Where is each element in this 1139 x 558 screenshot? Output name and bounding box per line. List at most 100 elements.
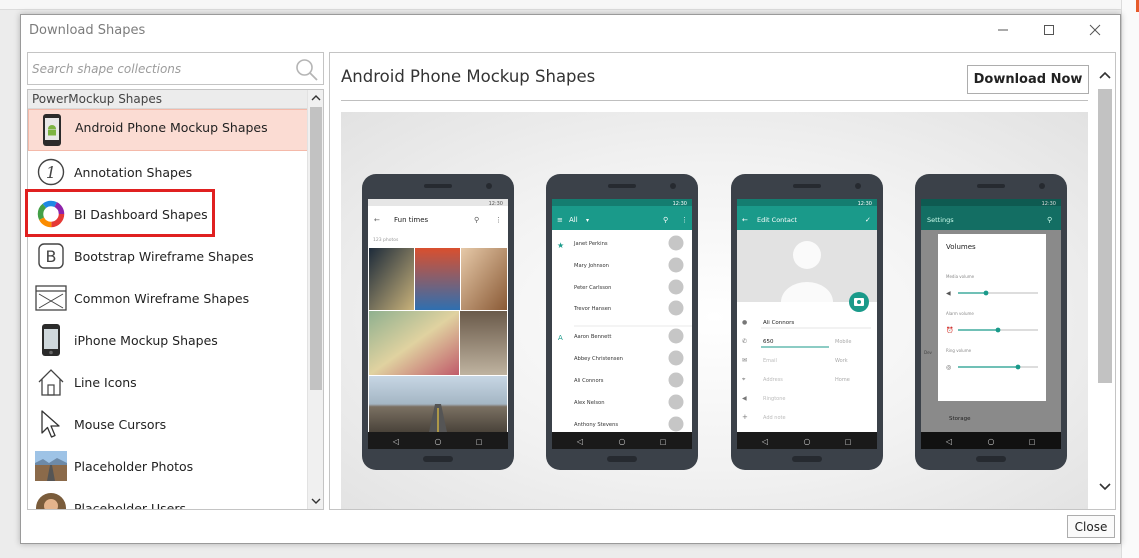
search-box	[27, 52, 324, 85]
nav-home-icon: ○	[804, 437, 811, 446]
menu-icon: ≡	[557, 216, 563, 224]
preview-image: 12:30 ← Fun times ⚲ ⋮ 123 photos ◁ ○ □ 1…	[341, 112, 1088, 509]
back-arrow-icon: ←	[742, 216, 748, 224]
contact-name: Aaron Bennett	[574, 334, 611, 340]
list-item-placeholder-photos[interactable]: Placeholder Photos	[28, 445, 308, 487]
list-item-bootstrap[interactable]: B Bootstrap Wireframe Shapes	[28, 235, 308, 277]
phone-icon: ✆	[742, 338, 747, 345]
note-field: Add note	[763, 415, 786, 421]
list-scrollbar[interactable]	[307, 90, 323, 509]
search-icon[interactable]	[295, 58, 319, 86]
download-shapes-dialog: Download Shapes PowerMockup Shapes Andro…	[20, 14, 1121, 544]
nav-recent-icon: □	[476, 438, 483, 446]
contact-avatar	[668, 394, 684, 410]
volumes-dialog-title: Volumes	[946, 243, 976, 251]
scroll-down-button[interactable]	[1095, 477, 1115, 497]
scrollbar-thumb[interactable]	[1098, 89, 1112, 383]
nav-recent-icon: □	[1029, 438, 1036, 446]
email-type-select: Work	[835, 358, 848, 364]
screen-title: Edit Contact	[757, 216, 797, 224]
search-icon: ⚲	[474, 216, 479, 224]
section-letter: A	[558, 334, 563, 342]
slider-label: Media volume	[946, 274, 975, 279]
contact-avatar	[668, 235, 684, 251]
download-now-button[interactable]: Download Now	[967, 65, 1089, 94]
cursor-arrow-icon	[33, 406, 69, 442]
nav-home-icon: ○	[988, 437, 995, 446]
settings-title: Settings	[927, 216, 954, 224]
maximize-button[interactable]	[1026, 15, 1072, 45]
nav-back-icon: ◁	[576, 437, 583, 446]
android-phone-icon	[34, 112, 70, 148]
collection-title: Android Phone Mockup Shapes	[341, 67, 596, 86]
landscape-photo-icon	[33, 448, 69, 484]
list-item-label: Annotation Shapes	[74, 164, 193, 180]
contact-name: Peter Carlsson	[574, 285, 611, 291]
background-window-edge	[0, 0, 1139, 10]
svg-text:1: 1	[46, 163, 56, 182]
list-item-label: iPhone Mockup Shapes	[74, 332, 218, 348]
list-item-label: Bootstrap Wireframe Shapes	[74, 248, 254, 264]
volume-icon: ⏰	[946, 326, 953, 334]
slider-label: Alarm volume	[946, 311, 974, 316]
donut-chart-icon	[33, 196, 69, 232]
partial-label: Dev	[924, 350, 933, 355]
house-outline-icon	[33, 364, 69, 400]
search-input[interactable]	[28, 53, 288, 84]
email-icon: ✉	[742, 357, 747, 364]
contact-name: Anthony Stevens	[574, 422, 618, 428]
list-item-label: Common Wireframe Shapes	[74, 290, 250, 306]
email-field: Email	[763, 358, 777, 364]
nav-back-icon: ◁	[945, 437, 952, 446]
list-item-mouse-cursors[interactable]: Mouse Cursors	[28, 403, 308, 445]
phone-field: 650	[763, 339, 774, 345]
person-icon: ●	[742, 319, 747, 326]
phone-mockup-settings-volume: 12:30 Settings ⚲ Dev Volumes Media volum…	[915, 174, 1067, 470]
nav-back-icon: ◁	[761, 437, 768, 446]
contact-name: Mary Johnson	[574, 263, 609, 269]
list-item-android-phone[interactable]: Android Phone Mockup Shapes	[28, 109, 308, 151]
user-photo-icon	[33, 490, 69, 509]
contact-avatar	[668, 300, 684, 316]
contact-avatar	[668, 416, 684, 432]
annotation-number-icon: 1	[33, 154, 69, 190]
chevron-up-icon	[1099, 71, 1111, 79]
bootstrap-b-icon: B	[33, 238, 69, 274]
more-vert-icon: ⋮	[495, 216, 502, 224]
title-divider	[341, 100, 1088, 101]
collection-list: PowerMockup Shapes Android Phone Mockup …	[27, 89, 324, 510]
close-button[interactable]: Close	[1067, 515, 1115, 538]
scroll-up-button[interactable]	[308, 90, 323, 106]
list-item-bi-dashboard[interactable]: BI Dashboard Shapes	[28, 193, 308, 235]
phone-mockup-photos: 12:30 ← Fun times ⚲ ⋮ 123 photos ◁ ○ □	[362, 174, 514, 470]
phone-mockup-edit-contact: 12:30 ← Edit Contact ✓ ● Ali Connors ✆ 6…	[731, 174, 883, 470]
list-item-line-icons[interactable]: Line Icons	[28, 361, 308, 403]
list-item-annotation[interactable]: 1 Annotation Shapes	[28, 151, 308, 193]
chevron-down-icon	[1099, 483, 1111, 491]
list-item-label: Mouse Cursors	[74, 416, 167, 432]
title-bar: Download Shapes	[21, 15, 1120, 47]
close-window-button[interactable]	[1072, 15, 1118, 45]
slider-thumb	[983, 290, 989, 296]
contact-avatar	[668, 328, 684, 344]
scroll-up-button[interactable]	[1095, 65, 1115, 85]
list-item-iphone[interactable]: iPhone Mockup Shapes	[28, 319, 308, 361]
contact-name: Abbey Christensen	[574, 356, 623, 362]
photo-count: 123 photos	[373, 237, 399, 243]
phone-mockup-contacts: 12:30 ≡ All ▾ ⚲ ⋮ ★ A Janet PerkinsMary …	[546, 174, 698, 470]
phone-type-select: Mobile	[835, 339, 851, 345]
volume-icon: ◎	[946, 364, 951, 371]
minimize-button[interactable]	[980, 15, 1026, 45]
close-icon	[1089, 24, 1101, 36]
dropdown-caret-icon: ▾	[586, 217, 589, 224]
volume-icon: ◀	[742, 395, 747, 402]
list-item-placeholder-users[interactable]: Placeholder Users	[28, 487, 308, 509]
preview-scrollbar[interactable]	[1095, 65, 1115, 497]
star-icon: ★	[557, 241, 564, 250]
list-item-common-wireframe[interactable]: Common Wireframe Shapes	[28, 277, 308, 319]
album-title: Fun times	[394, 216, 429, 224]
address-type-select: Home	[835, 377, 850, 383]
chevron-down-icon	[311, 498, 321, 504]
scroll-down-button[interactable]	[308, 493, 323, 509]
scrollbar-thumb[interactable]	[310, 107, 322, 390]
